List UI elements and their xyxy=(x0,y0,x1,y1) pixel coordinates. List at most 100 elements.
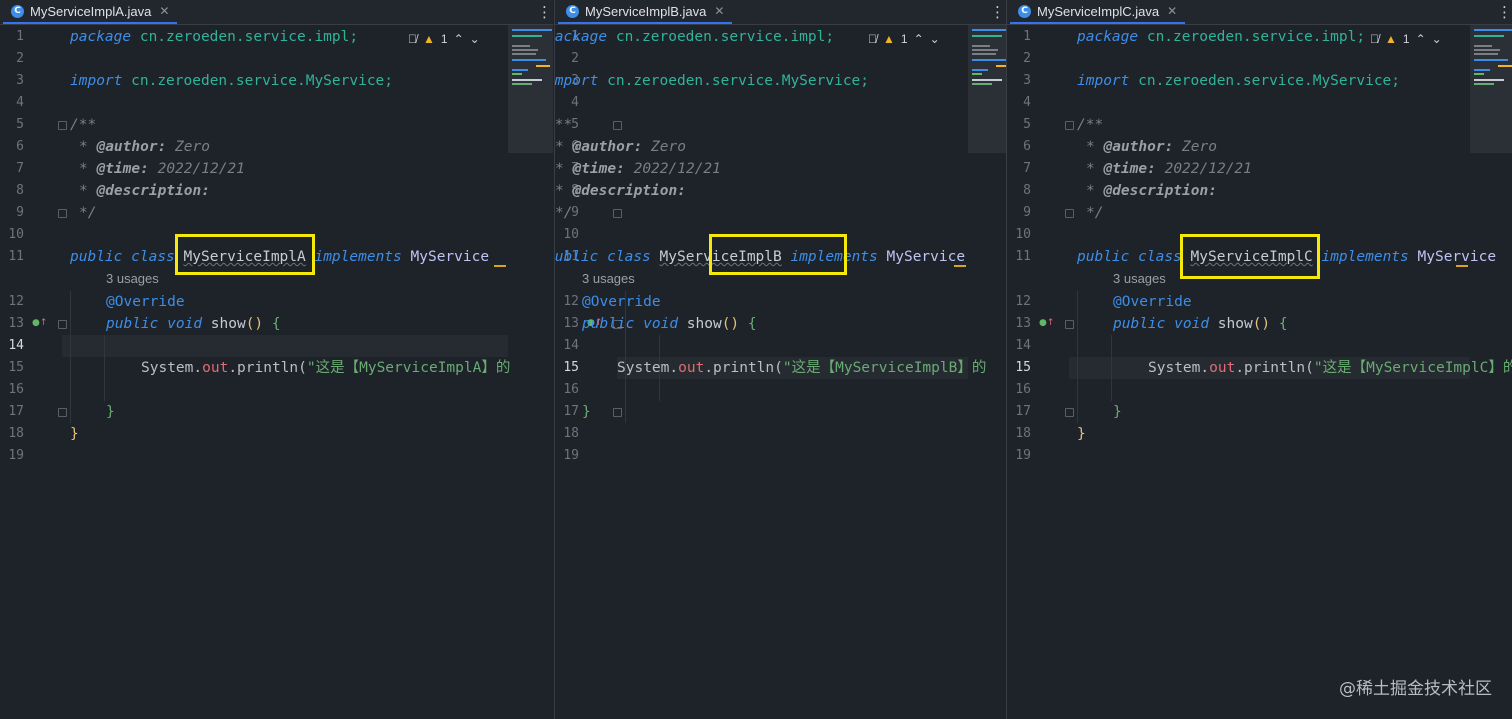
close-icon[interactable]: ✕ xyxy=(714,4,724,18)
current-line-highlight xyxy=(62,334,508,357)
minimap-line xyxy=(536,65,550,67)
minimap[interactable] xyxy=(1470,25,1512,153)
fold-marker[interactable] xyxy=(58,121,67,130)
minimap[interactable] xyxy=(968,25,1006,153)
warning-underline xyxy=(954,265,966,267)
editor-tab[interactable]: C MyServiceImplC.java ✕ xyxy=(1010,0,1186,24)
doc-time-tag: @time: xyxy=(96,161,149,177)
class-name-highlight-box xyxy=(709,234,847,275)
fold-marker[interactable] xyxy=(613,121,622,130)
line-number: 3 xyxy=(1023,73,1031,88)
keyword-package: package xyxy=(1077,29,1139,45)
line-number: 16 xyxy=(8,381,24,397)
minimap-line xyxy=(1498,65,1512,67)
fold-marker[interactable] xyxy=(1065,209,1074,218)
code-line-12: @Override xyxy=(106,291,185,313)
chevron-down-icon[interactable]: ⌄ xyxy=(470,32,480,46)
editor-tab[interactable]: C MyServiceImplA.java ✕ xyxy=(3,0,178,24)
minimap-line xyxy=(972,73,982,75)
implementation-marker-icon[interactable]: ●↑ xyxy=(32,318,47,328)
hide-inlay-icon[interactable]: 👁̸ xyxy=(868,32,877,46)
line-number: 9 xyxy=(1023,205,1031,220)
out-field: out xyxy=(202,359,229,376)
line-number: 1 xyxy=(16,29,24,44)
import-name: cn.zeroeden.service.MyService; xyxy=(607,73,870,89)
warning-count: 1 xyxy=(900,32,908,46)
fold-marker[interactable] xyxy=(1065,407,1074,417)
code-line-5: /** xyxy=(555,114,572,136)
fold-marker[interactable] xyxy=(1065,319,1074,329)
minimap-line xyxy=(972,45,990,47)
fold-marker[interactable] xyxy=(58,319,67,329)
warning-icon[interactable]: ▲ xyxy=(423,32,435,46)
fold-marker[interactable] xyxy=(613,407,622,417)
code-editor[interactable]: 12345678910111213141516171819●↑package c… xyxy=(1007,25,1512,719)
doc-star: * xyxy=(1086,139,1095,155)
keyword-import: import xyxy=(1077,73,1130,89)
code-line-12: @Override xyxy=(582,291,661,313)
minimap-line xyxy=(512,69,528,71)
code-line-18: } xyxy=(554,423,555,445)
keyword-package: package xyxy=(554,29,608,45)
keyword-import: import xyxy=(554,73,599,89)
fold-marker[interactable] xyxy=(58,407,67,417)
code-editor[interactable]: 12345678910111213141516171819●↑package c… xyxy=(555,25,1006,719)
implementation-marker-icon[interactable]: ●↑ xyxy=(1039,318,1054,328)
code-line-17: } xyxy=(1113,401,1122,423)
code-line-3: import cn.zeroeden.service.MyService; xyxy=(70,70,393,92)
more-options-icon[interactable]: ⋮ xyxy=(537,3,552,21)
code-line-8: * @description: xyxy=(1086,180,1217,202)
method-name: show xyxy=(210,315,246,332)
chevron-up-icon[interactable]: ⌃ xyxy=(1416,32,1426,46)
chevron-down-icon[interactable]: ⌄ xyxy=(1432,32,1442,46)
hide-inlay-icon[interactable]: 👁̸ xyxy=(1370,32,1379,46)
chevron-up-icon[interactable]: ⌃ xyxy=(914,32,924,46)
close-icon[interactable]: ✕ xyxy=(159,4,169,18)
fold-marker[interactable] xyxy=(1065,121,1074,130)
chevron-down-icon[interactable]: ⌄ xyxy=(930,32,940,46)
code-editor[interactable]: 12345678910111213141516171819●↑package c… xyxy=(0,25,553,719)
line-number: 2 xyxy=(16,51,24,66)
fold-marker[interactable] xyxy=(613,209,622,218)
ide-window: C MyServiceImplA.java ✕ ⋮ 1 2 3 4 5 6 7 8 9 10 11 12 13 1… xyxy=(0,0,1512,719)
usages-hint[interactable]: 3 usages xyxy=(1113,271,1166,286)
line-number: 17 xyxy=(563,403,579,419)
doc-star: * xyxy=(79,161,88,177)
usages-hint[interactable]: 3 usages xyxy=(106,271,159,286)
code-line-1: package cn.zeroeden.service.impl; xyxy=(554,26,834,48)
minimap-line xyxy=(972,59,1006,61)
java-class-icon: C xyxy=(11,4,24,18)
editor-tab[interactable]: C MyServiceImplB.java ✕ xyxy=(558,0,733,24)
tab-bar: C MyServiceImplC.java ✕ ⋮ xyxy=(1007,0,1512,25)
warning-underline xyxy=(494,265,506,267)
minimap-line xyxy=(996,65,1006,67)
warning-underline xyxy=(1456,265,1468,267)
close-icon[interactable]: ✕ xyxy=(1167,4,1177,18)
warning-icon[interactable]: ▲ xyxy=(883,32,895,46)
usages-hint[interactable]: 3 usages xyxy=(582,271,635,286)
more-options-icon[interactable]: ⋮ xyxy=(990,3,1005,21)
minimap-line xyxy=(1474,35,1504,37)
minimap[interactable] xyxy=(508,25,553,153)
line-number: 10 xyxy=(1015,227,1031,242)
println-call: .println( xyxy=(1235,359,1314,376)
warning-icon[interactable]: ▲ xyxy=(1385,32,1397,46)
line-number: 12 xyxy=(8,293,24,309)
hide-inlay-icon[interactable]: 👁̸ xyxy=(408,32,417,46)
line-number: 8 xyxy=(1023,183,1031,198)
chevron-up-icon[interactable]: ⌃ xyxy=(454,32,464,46)
line-number: 18 xyxy=(1015,425,1031,441)
minimap-line xyxy=(512,73,522,75)
code-line-1: package cn.zeroeden.service.impl; xyxy=(70,26,358,48)
line-number: 3 xyxy=(16,73,24,88)
minimap-line xyxy=(512,83,532,85)
indent-guide xyxy=(1077,290,1078,423)
more-options-icon[interactable]: ⋮ xyxy=(1497,3,1512,21)
class-name-highlight-box xyxy=(1180,234,1320,279)
fold-marker[interactable] xyxy=(58,209,67,218)
keyword-public: public xyxy=(582,315,635,332)
println-call: .println( xyxy=(704,359,783,376)
minimap-line xyxy=(512,79,542,81)
